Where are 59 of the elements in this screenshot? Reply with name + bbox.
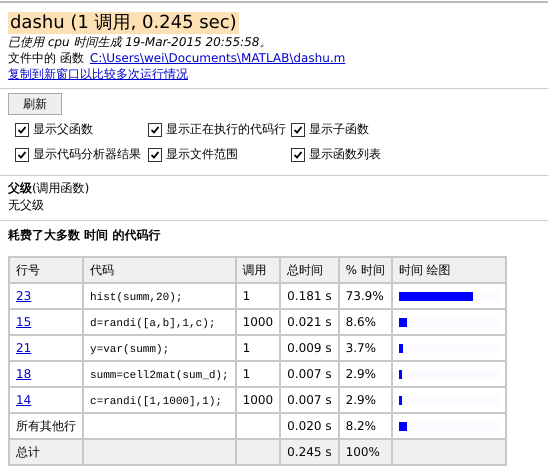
line-number-link[interactable]: 15 bbox=[16, 315, 32, 329]
refresh-button[interactable]: 刷新 bbox=[8, 93, 62, 115]
table-cell: 0.007 s bbox=[287, 367, 332, 381]
code-cell: y=var(summ); bbox=[90, 344, 170, 356]
heading-note: (调用函数) bbox=[32, 181, 90, 195]
column-header: 代码 bbox=[90, 262, 114, 276]
checkbox[interactable] bbox=[148, 148, 162, 162]
table-cell: 100% bbox=[346, 445, 380, 459]
parents-text: 无父级 bbox=[8, 197, 45, 214]
section-heading: 耗费了大多数 时间 的代码行 bbox=[6, 227, 162, 244]
table-cell: 73.9% bbox=[346, 289, 384, 303]
option-label: 显示函数列表 bbox=[309, 146, 381, 163]
file-link[interactable]: C:\Users\wei\Documents\MATLAB\dashu.m bbox=[90, 50, 346, 66]
generated-text: 已使用 cpu 时间生成 19-Mar-2015 20:55:58。 bbox=[8, 34, 272, 50]
code-cell: c=randi([1,1000],1); bbox=[90, 396, 222, 408]
option-label: 显示代码分析器结果 bbox=[33, 146, 141, 163]
line-number-link[interactable]: 18 bbox=[16, 367, 32, 381]
table-cell: 0.009 s bbox=[287, 341, 332, 355]
option-label: 显示子函数 bbox=[309, 121, 369, 138]
table-cell: 所有其他行 bbox=[16, 418, 76, 432]
table-cell: 1000 bbox=[242, 393, 274, 407]
page-title: dashu (1 调用, 0.245 sec) bbox=[8, 12, 239, 34]
column-header: 时间 绘图 bbox=[398, 262, 451, 276]
column-header: 行号 bbox=[16, 262, 40, 276]
table-cell: 2.9% bbox=[346, 393, 376, 407]
line-number-link[interactable]: 21 bbox=[16, 341, 32, 355]
table-cell: 0.245 s bbox=[287, 445, 332, 459]
table-cell: 8.2% bbox=[346, 419, 376, 433]
table-cell: 0.007 s bbox=[287, 393, 332, 407]
table-cell: 8.6% bbox=[346, 315, 376, 329]
column-header: 调用 bbox=[242, 262, 267, 276]
table-cell: 2.9% bbox=[346, 367, 376, 381]
file-label: 文件中的 函数 bbox=[8, 50, 84, 66]
option-label: 显示正在执行的代码行 bbox=[166, 121, 286, 138]
table-cell: 总计 bbox=[16, 444, 40, 458]
checkbox[interactable] bbox=[148, 122, 162, 136]
code-cell: d=randi([a,b],1,c); bbox=[90, 318, 216, 330]
table-cell: 1 bbox=[242, 341, 250, 355]
table-cell: 1 bbox=[242, 289, 250, 303]
checkbox[interactable] bbox=[291, 122, 305, 136]
table-cell: 0.020 s bbox=[287, 419, 332, 433]
checkbox[interactable] bbox=[291, 148, 305, 162]
table-cell: 3.7% bbox=[346, 341, 376, 355]
option-label: 显示父函数 bbox=[33, 121, 93, 138]
table-cell: 0.021 s bbox=[287, 315, 332, 329]
column-header: 总时间 bbox=[287, 262, 324, 276]
compare-link[interactable]: 复制到新窗口以比较多次运行情况 bbox=[8, 66, 188, 82]
checkbox[interactable] bbox=[15, 122, 29, 136]
option-label: 显示文件范围 bbox=[166, 146, 238, 163]
code-cell: summ=cell2mat(sum_d); bbox=[90, 370, 229, 382]
table-cell: 1000 bbox=[242, 315, 274, 329]
line-number-link[interactable]: 14 bbox=[16, 393, 32, 407]
line-number-link[interactable]: 23 bbox=[16, 289, 32, 303]
checkbox[interactable] bbox=[15, 148, 29, 162]
table-cell: 0.181 s bbox=[287, 289, 332, 303]
section-heading: 父级 bbox=[8, 181, 32, 195]
column-header: % 时间 bbox=[346, 262, 385, 276]
code-cell: hist(summ,20); bbox=[90, 292, 182, 304]
table-cell: 1 bbox=[242, 367, 250, 381]
